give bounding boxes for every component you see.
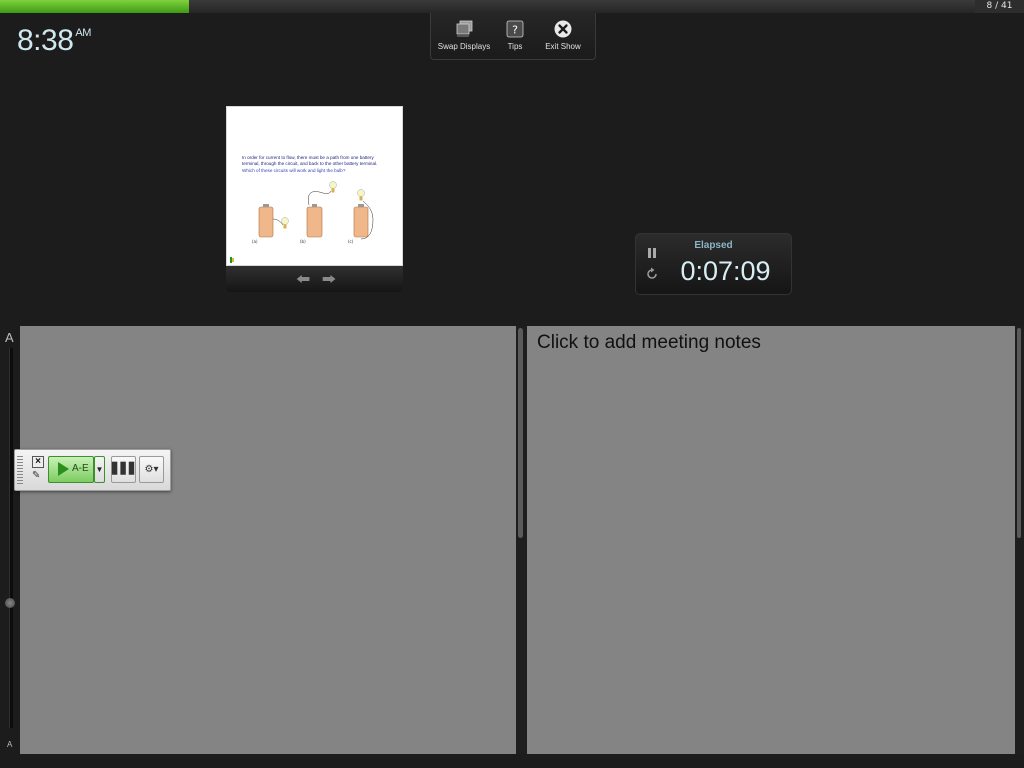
circuit-diagram: (a) (b) (c) xyxy=(230,181,374,263)
reset-icon[interactable] xyxy=(645,267,659,281)
circuit-label-c: (c) xyxy=(348,239,354,244)
tips-label: Tips xyxy=(507,42,523,51)
circuit-label-a: (a) xyxy=(252,239,258,244)
poll-choice-label: A-E xyxy=(72,463,89,474)
swap-displays-icon xyxy=(456,20,473,37)
text-size-small-label: A xyxy=(7,740,13,749)
svg-text:?: ? xyxy=(512,24,518,37)
tips-button[interactable]: ? Tips xyxy=(488,19,542,51)
swap-displays-label: Swap Displays xyxy=(437,42,491,51)
meeting-notes-scrollbar[interactable] xyxy=(1015,326,1024,754)
text-size-track[interactable] xyxy=(9,348,13,728)
next-slide-arrow-icon[interactable]: 🠲 xyxy=(322,272,336,286)
scrollbar-thumb[interactable] xyxy=(518,328,523,538)
clock-ampm: AM xyxy=(75,27,91,39)
swap-displays-button[interactable]: Swap Displays xyxy=(437,19,491,51)
exit-show-label: Exit Show xyxy=(545,42,581,51)
polling-toolbar: × ✎ A-E ▼ ▋▋▋ ⚙▾ xyxy=(14,449,171,491)
slide-logo-icon xyxy=(230,257,232,263)
text-size-large-label: A xyxy=(5,330,14,345)
text-size-knob[interactable] xyxy=(5,598,15,608)
slide-thumbnail[interactable]: In order for current to flow, there must… xyxy=(226,106,403,266)
meeting-notes-placeholder[interactable]: Click to add meeting notes xyxy=(537,332,761,354)
slide-text-line: terminal, through the circuit, and back … xyxy=(242,161,378,167)
timer-value: 0:07:09 xyxy=(680,256,771,286)
drag-handle-icon[interactable] xyxy=(17,456,23,484)
clock-time: 8:38 xyxy=(17,24,74,57)
slide-progress-bar xyxy=(0,0,975,13)
gear-icon[interactable]: ⚙▾ xyxy=(139,456,164,483)
timer-label: Elapsed xyxy=(694,240,733,251)
chevron-down-icon[interactable]: ▼ xyxy=(94,456,105,483)
circuit-label-b: (b) xyxy=(300,239,306,244)
help-icon: ? xyxy=(506,20,524,38)
close-icon[interactable]: × xyxy=(32,456,44,468)
presenter-notes-pane[interactable] xyxy=(20,326,516,754)
slide-nav-bar: 🠰 🠲 xyxy=(226,266,403,292)
slide-counter: 8 / 41 xyxy=(975,0,1024,13)
close-circle-icon xyxy=(554,20,572,38)
progress-fill xyxy=(0,0,190,13)
slide-text: In order for current to flow, there must… xyxy=(242,155,392,174)
next-slide-preview: In order for current to flow, there must… xyxy=(226,106,403,292)
start-poll-button[interactable]: A-E xyxy=(48,456,94,483)
slide-question: Which of these circuits will work and li… xyxy=(242,167,346,173)
previous-slide-arrow-icon[interactable]: 🠰 xyxy=(296,272,310,286)
presenter-notes-scrollbar[interactable] xyxy=(516,326,527,754)
elapsed-timer: Elapsed 0:07:09 xyxy=(635,233,792,295)
exit-show-button[interactable]: Exit Show xyxy=(536,19,590,51)
scrollbar-thumb[interactable] xyxy=(1017,328,1021,538)
edit-icon[interactable]: ✎ xyxy=(32,471,42,481)
clock: 8:38 AM xyxy=(17,24,91,58)
text-size-slider: A A xyxy=(0,326,20,754)
play-icon xyxy=(58,462,69,476)
bar-chart-icon[interactable]: ▋▋▋ xyxy=(111,456,137,483)
presenter-toolbar: Swap Displays ? Tips Exit Show xyxy=(430,13,596,60)
meeting-notes-pane[interactable]: Click to add meeting notes xyxy=(527,326,1015,754)
